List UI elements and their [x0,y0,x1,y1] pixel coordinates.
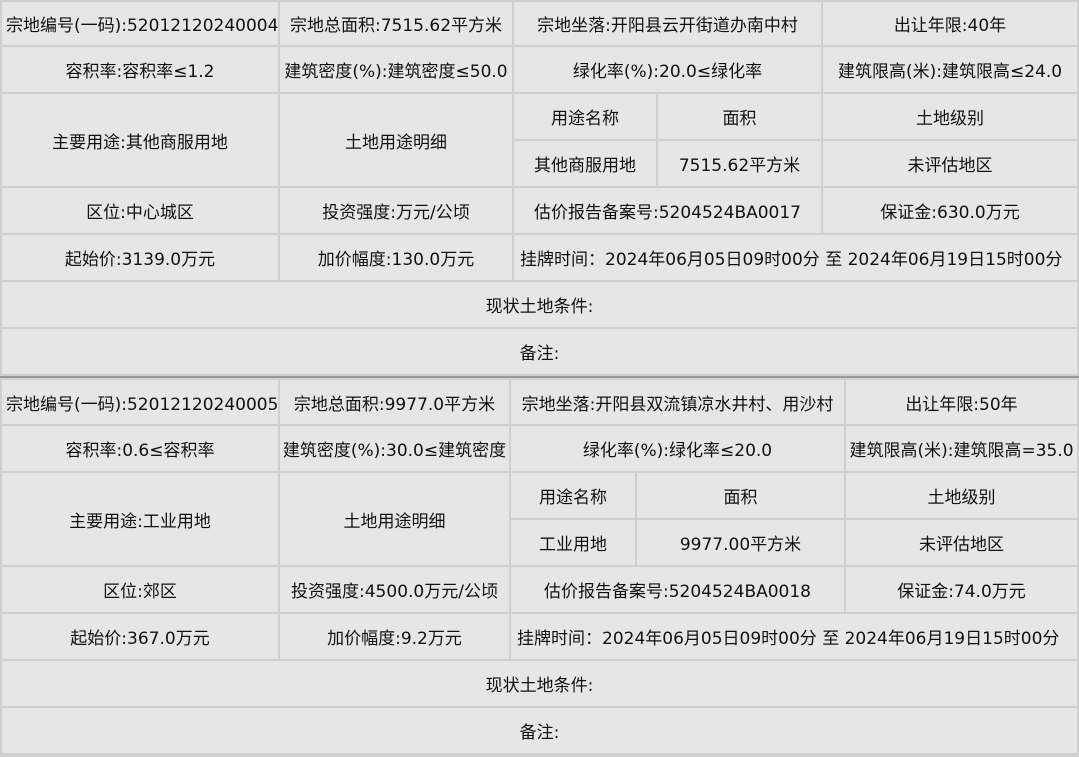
parcel-number: 宗地编号(一码):52012120240004 [2,2,278,45]
greening-rate: 绿化率(%):20.0≤绿化率 [514,47,821,92]
appraisal-record-no: 估价报告备案号:5204524BA0018 [511,567,844,612]
total-area: 宗地总面积:9977.0平方米 [280,380,509,424]
starting-price: 起始价:367.0万元 [2,614,278,659]
starting-price: 起始价:3139.0万元 [2,235,278,280]
land-grade-value: 未评估地区 [846,520,1077,565]
use-name-header: 用途名称 [511,473,635,518]
total-area: 宗地总面积:7515.62平方米 [280,2,512,45]
land-grade-value: 未评估地区 [823,141,1077,186]
parcel-table-2: 宗地编号(一码):52012120240005 宗地总面积:9977.0平方米 … [0,376,1079,757]
transfer-term: 出让年限:50年 [846,380,1077,424]
zone: 区位:郊区 [2,567,278,612]
transfer-term: 出让年限:40年 [823,2,1077,45]
appraisal-record-no: 估价报告备案号:5204524BA0017 [514,188,821,233]
land-grade-header: 土地级别 [823,94,1077,139]
bid-increment: 加价幅度:9.2万元 [280,614,509,659]
bid-increment: 加价幅度:130.0万元 [280,235,512,280]
parcel-location: 宗地坐落:开阳县双流镇凉水井村、用沙村 [511,380,844,424]
investment-intensity: 投资强度:万元/公顷 [280,188,512,233]
parcel-table-1: 宗地编号(一码):52012120240004 宗地总面积:7515.62平方米… [0,0,1079,376]
height-limit: 建筑限高(米):建筑限高≤24.0 [823,47,1077,92]
parcel-number: 宗地编号(一码):52012120240005 [2,380,278,424]
land-use-detail-label: 土地用途明细 [280,94,512,186]
land-use-detail-label: 土地用途明细 [280,473,509,565]
current-land-condition: 现状土地条件: [2,282,1077,327]
current-land-condition: 现状土地条件: [2,661,1077,706]
remarks: 备注: [2,708,1077,753]
listing-time: 挂牌时间：2024年06月05日09时00分 至 2024年06月19日15时0… [514,235,1077,280]
main-use: 主要用途:其他商服用地 [2,94,278,186]
floor-area-ratio: 容积率:0.6≤容积率 [2,426,278,471]
height-limit: 建筑限高(米):建筑限高=35.0 [846,426,1077,471]
land-grade-header: 土地级别 [846,473,1077,518]
use-name-header: 用途名称 [514,94,656,139]
building-density: 建筑密度(%):建筑密度≤50.0 [280,47,512,92]
use-name-value: 工业用地 [511,520,635,565]
use-area-value: 9977.00平方米 [637,520,844,565]
deposit: 保证金:74.0万元 [846,567,1077,612]
use-name-value: 其他商服用地 [514,141,656,186]
parcel-location: 宗地坐落:开阳县云开街道办南中村 [514,2,821,45]
building-density: 建筑密度(%):30.0≤建筑密度 [280,426,509,471]
greening-rate: 绿化率(%):绿化率≤20.0 [511,426,844,471]
main-use: 主要用途:工业用地 [2,473,278,565]
zone: 区位:中心城区 [2,188,278,233]
investment-intensity: 投资强度:4500.0万元/公顷 [280,567,509,612]
area-header: 面积 [637,473,844,518]
remarks: 备注: [2,329,1077,374]
area-header: 面积 [658,94,821,139]
floor-area-ratio: 容积率:容积率≤1.2 [2,47,278,92]
use-area-value: 7515.62平方米 [658,141,821,186]
deposit: 保证金:630.0万元 [823,188,1077,233]
listing-time: 挂牌时间：2024年06月05日09时00分 至 2024年06月19日15时0… [511,614,1077,659]
